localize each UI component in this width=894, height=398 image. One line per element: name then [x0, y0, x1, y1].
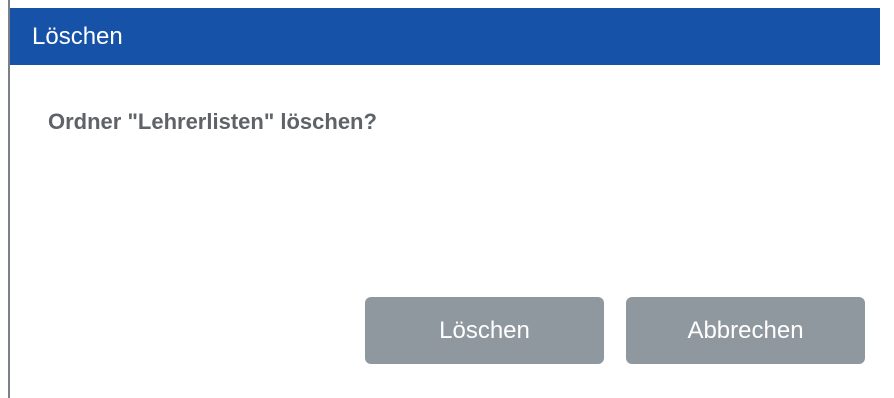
delete-button[interactable]: Löschen	[365, 297, 604, 364]
dialog-title: Löschen	[32, 23, 123, 50]
dialog-title-bar: Löschen	[10, 8, 880, 65]
dialog-message: Ordner "Lehrerlisten" löschen?	[48, 109, 377, 134]
cancel-button[interactable]: Abbrechen	[626, 297, 865, 364]
delete-confirm-dialog: Löschen Ordner "Lehrerlisten" löschen? L…	[0, 0, 894, 398]
